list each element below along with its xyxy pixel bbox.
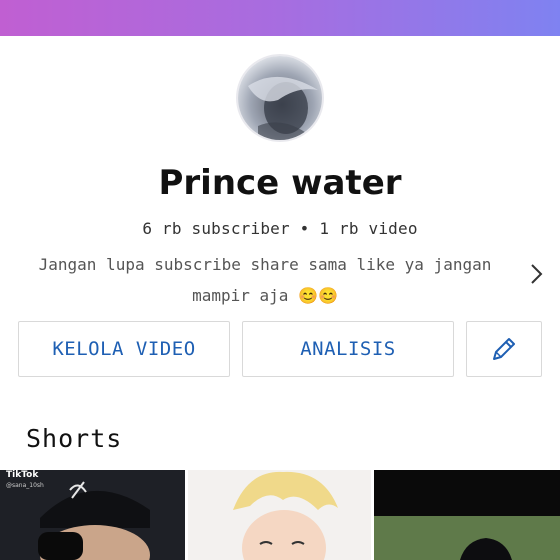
manage-videos-button[interactable]: KELOLA VIDEO — [18, 321, 230, 377]
channel-avatar[interactable] — [236, 54, 324, 142]
short-thumbnail-1[interactable]: TikTok @sana_10sh — [0, 470, 185, 560]
short-thumbnail-2[interactable] — [188, 470, 371, 560]
tiktok-handle: @sana_10sh — [6, 482, 44, 489]
short-thumbnail-3[interactable] — [374, 470, 560, 560]
pencil-icon — [493, 338, 515, 360]
channel-description[interactable]: Jangan lupa subscribe share sama like ya… — [30, 249, 500, 311]
channel-stats: 6 rb subscriber • 1 rb video — [142, 219, 418, 238]
analytics-button[interactable]: ANALISIS — [242, 321, 454, 377]
short-thumbnail-image — [188, 470, 371, 560]
description-line-2: mampir aja 😊😊 — [192, 286, 338, 305]
tiktok-watermark: TikTok — [6, 470, 39, 480]
description-line-1: Jangan lupa subscribe share sama like ya… — [38, 255, 492, 274]
avatar-image — [238, 56, 322, 140]
chevron-right-icon[interactable] — [524, 262, 548, 286]
top-gradient-bar — [0, 0, 560, 36]
short-thumbnail-image — [374, 470, 560, 560]
channel-name: Prince water — [158, 163, 402, 203]
edit-channel-button[interactable] — [466, 321, 542, 377]
shorts-section-title: Shorts — [26, 424, 123, 453]
